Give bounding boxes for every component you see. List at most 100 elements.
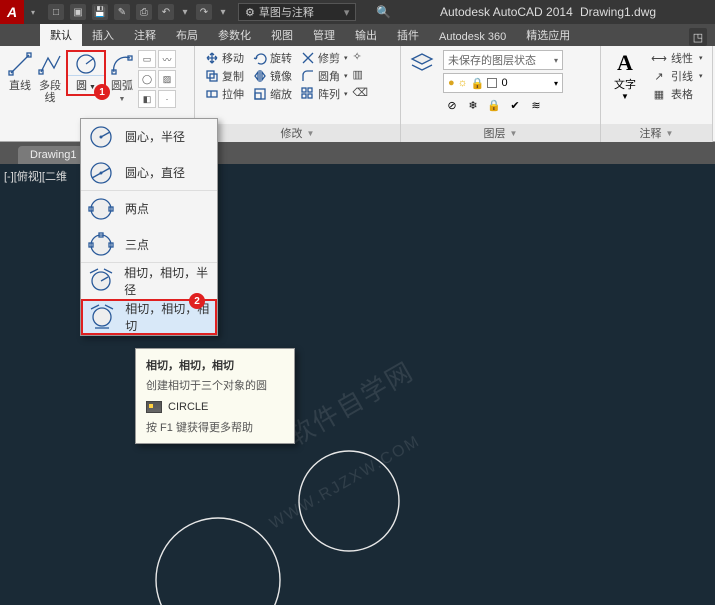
text-icon: A (607, 50, 643, 76)
leader-icon: ↗ (651, 69, 667, 83)
layer-freeze-icon[interactable]: ❄ (464, 96, 482, 114)
panel-modify-label[interactable]: 修改▼ (195, 124, 400, 142)
viewport-caption[interactable]: [-][俯视][二维 (4, 168, 67, 184)
tooltip-title: 相切，相切，相切 (146, 357, 284, 373)
menu-three-points[interactable]: 三点 (81, 227, 217, 263)
qat-print-icon[interactable]: ⎙ (136, 4, 152, 20)
layer-properties-button[interactable] (407, 50, 437, 80)
tab-layout[interactable]: 布局 (166, 24, 208, 46)
layer-make-current-icon[interactable]: ✔ (506, 96, 524, 114)
copy-icon (204, 68, 220, 84)
stretch-button[interactable]: 拉伸 (201, 86, 247, 102)
menu-ttt[interactable]: 相切，相切，相切 (81, 299, 217, 335)
layer-off-icon[interactable]: ⊘ (443, 96, 461, 114)
mirror-button[interactable]: 镜像 (249, 68, 295, 84)
array-button[interactable]: 阵列▾ (297, 86, 351, 102)
mirror-icon (252, 68, 268, 84)
text-button[interactable]: A 文字 ▼ (607, 50, 643, 101)
offset-icon[interactable]: ▥ (353, 68, 369, 84)
chevron-down-icon: ▼ (607, 92, 643, 101)
move-button[interactable]: 移动 (201, 50, 247, 66)
menu-center-diameter[interactable]: 圆心，直径 (81, 155, 217, 191)
tab-annotate[interactable]: 注释 (124, 24, 166, 46)
qat-redo-dropdown-icon[interactable]: ▾ (218, 4, 228, 20)
layer-state-dropdown[interactable]: 未保存的图层状态 ▾ (443, 50, 563, 70)
tab-parametric[interactable]: 参数化 (208, 24, 261, 46)
drawn-circle (294, 446, 404, 556)
tab-default[interactable]: 默认 (40, 24, 82, 46)
copy-button[interactable]: 复制 (201, 68, 247, 84)
ellipse-icon[interactable]: ◯ (138, 70, 156, 88)
panel-layer: 未保存的图层状态 ▾ ● ☼ 🔒 0 ▾ ⊘ ❄ 🔒 ✔ ≋ (401, 46, 601, 142)
linear-dim-button[interactable]: ⟷线性▾ (651, 50, 703, 66)
hatch-icon[interactable]: ▨ (158, 70, 176, 88)
erase-icon[interactable]: ⌫ (353, 86, 369, 102)
ribbon-help-icon[interactable]: ◳ (689, 28, 707, 46)
explode-icon[interactable]: ✧ (353, 50, 369, 66)
center-diameter-icon (87, 159, 115, 187)
circle-icon (68, 52, 104, 76)
qat-undo-dropdown-icon[interactable]: ▾ (180, 4, 190, 20)
ttt-icon (89, 303, 115, 331)
tab-view[interactable]: 视图 (261, 24, 303, 46)
tab-manage[interactable]: 管理 (303, 24, 345, 46)
table-button[interactable]: ▦表格 (651, 86, 703, 102)
tooltip-description: 创建相切于三个对象的圆 (146, 377, 284, 393)
watermark: 软件自学网 (280, 351, 420, 453)
point-icon[interactable]: · (158, 90, 176, 108)
tab-plugins[interactable]: 插件 (387, 24, 429, 46)
qat-saveas-icon[interactable]: ✎ (114, 4, 130, 20)
qat-save-icon[interactable]: 💾 (92, 4, 108, 20)
layers-icon (408, 50, 436, 78)
workspace-selector[interactable]: ⚙ 草图与注释 ▾ (238, 3, 356, 21)
array-icon (300, 86, 316, 102)
arc-icon (108, 50, 136, 78)
scale-button[interactable]: 缩放 (249, 86, 295, 102)
circle-dropdown-menu: 圆心，半径 圆心，直径 两点 三点 相切，相切，半径 相切，相切，相切 (80, 118, 218, 336)
region-icon[interactable]: ◧ (138, 90, 156, 108)
leader-button[interactable]: ↗引线▾ (651, 68, 703, 84)
arc-button[interactable]: 圆弧▼ (108, 50, 136, 106)
layer-match-icon[interactable]: ≋ (527, 96, 545, 114)
stretch-icon (204, 86, 220, 102)
chevron-down-icon: ▾ (344, 54, 348, 62)
trim-button[interactable]: 修剪▾ (297, 50, 351, 66)
tab-insert[interactable]: 插入 (82, 24, 124, 46)
qat-redo-icon[interactable]: ↷ (196, 4, 212, 20)
tab-a360[interactable]: Autodesk 360 (429, 28, 516, 46)
command-icon (146, 401, 162, 413)
app-logo[interactable]: A (0, 0, 24, 24)
chevron-down-icon: ▾ (554, 56, 558, 65)
circle-split-button[interactable]: 圆▼ (66, 50, 106, 96)
qat-new-icon[interactable]: □ (48, 4, 64, 20)
tab-output[interactable]: 输出 (345, 24, 387, 46)
panel-annotation-label[interactable]: 注释▼ (601, 124, 712, 142)
layer-lock-icon[interactable]: 🔒 (485, 96, 503, 114)
menu-two-points[interactable]: 两点 (81, 191, 217, 227)
app-menu-dropdown-icon[interactable]: ▾ (24, 0, 42, 24)
fillet-button[interactable]: 圆角▾ (297, 68, 351, 84)
trim-icon (300, 50, 316, 66)
rectangle-icon[interactable]: ▭ (138, 50, 156, 68)
spline-icon[interactable]: 〰 (158, 50, 176, 68)
tab-featured[interactable]: 精选应用 (516, 24, 580, 46)
layer-selector[interactable]: ● ☼ 🔒 0 ▾ (443, 73, 563, 93)
rotate-button[interactable]: 旋转 (249, 50, 295, 66)
sun-icon: ☼ (458, 77, 468, 89)
chevron-down-icon: ▾ (344, 90, 348, 98)
center-radius-icon (87, 123, 115, 151)
polyline-button[interactable]: 多段线 (36, 50, 64, 104)
title-bar: A ▾ □ ▣ 💾 ✎ ⎙ ↶ ▾ ↷ ▾ ⚙ 草图与注释 ▾ 🔍 Autode… (0, 0, 715, 24)
line-button[interactable]: 直线 (6, 50, 34, 92)
qat-undo-icon[interactable]: ↶ (158, 4, 174, 20)
layer-color-swatch (487, 78, 497, 88)
three-points-icon (87, 231, 115, 259)
fillet-icon (300, 68, 316, 84)
line-icon (6, 50, 34, 78)
drawn-circle (148, 510, 288, 605)
panel-annotation: A 文字 ▼ ⟷线性▾ ↗引线▾ ▦表格 注释▼ (601, 46, 713, 142)
search-icon[interactable]: 🔍 (376, 5, 391, 19)
panel-layer-label[interactable]: 图层▼ (401, 124, 600, 142)
menu-center-radius[interactable]: 圆心，半径 (81, 119, 217, 155)
qat-open-icon[interactable]: ▣ (70, 4, 86, 20)
